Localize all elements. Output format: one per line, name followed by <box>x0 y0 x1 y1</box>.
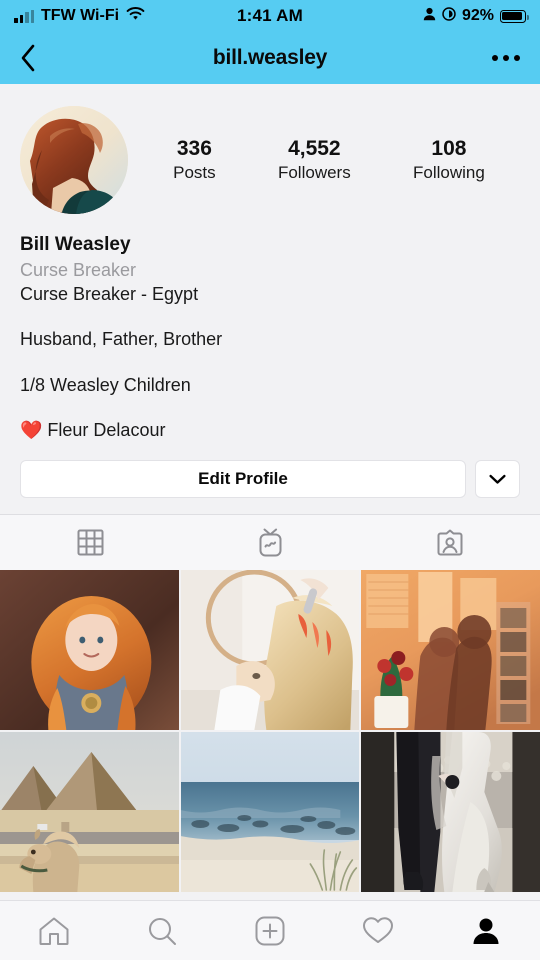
post-pyramids-camel[interactable] <box>0 732 179 893</box>
following-label: Following <box>413 163 485 183</box>
nav-header: bill.weasley <box>0 32 540 84</box>
chevron-down-icon[interactable] <box>475 460 520 499</box>
profile-header: 336 Posts 4,552 Followers 108 Following <box>0 84 540 214</box>
profile-actions: Edit Profile <box>0 442 540 514</box>
profile-category: Curse Breaker <box>20 259 137 280</box>
posts-label: Posts <box>173 163 216 183</box>
followers-label: Followers <box>277 163 351 183</box>
tagged-tab[interactable] <box>360 515 540 570</box>
home-icon <box>39 917 69 945</box>
battery-icon <box>500 9 529 23</box>
post-couple-silhouette[interactable] <box>361 570 540 731</box>
igtv-tab[interactable] <box>180 515 360 570</box>
bio-spacer-1 <box>20 306 520 327</box>
page-title: bill.weasley <box>212 46 328 69</box>
post-hair-styling[interactable] <box>180 570 360 731</box>
profile-bio: Bill Weasley Curse Breaker Curse Breaker… <box>0 214 540 442</box>
bio-spacer-3 <box>20 397 520 418</box>
stat-following[interactable]: 108 Following <box>413 136 485 184</box>
bio-line-4: ❤️ Fleur Delacour <box>20 419 166 440</box>
profile-tabs <box>0 515 540 571</box>
followers-count: 4,552 <box>288 136 341 160</box>
nav-activity[interactable] <box>324 916 432 945</box>
heart-icon <box>363 917 393 943</box>
post-grid <box>0 570 540 893</box>
profile-stats: 336 Posts 4,552 Followers 108 Following <box>128 136 520 184</box>
bio-line-1: Curse Breaker - Egypt <box>20 283 199 304</box>
post-red-haired-girl[interactable] <box>0 570 179 731</box>
post-beach-ocean[interactable] <box>180 732 360 893</box>
tagged-person-icon <box>437 529 463 556</box>
more-options-icon[interactable] <box>492 55 520 61</box>
bio-line-2: Husband, Father, Brother <box>20 329 223 350</box>
instagram-profile-screen: TFW Wi-Fi 1:41 AM 92% bill.weasley 336 P… <box>0 0 540 960</box>
search-icon <box>149 917 176 945</box>
posts-count: 336 <box>176 136 212 160</box>
nav-home[interactable] <box>0 916 108 946</box>
profile-name: Bill Weasley <box>20 234 131 255</box>
status-bar-right: 92% <box>303 6 529 26</box>
stat-posts[interactable]: 336 Posts <box>173 136 216 184</box>
grid-tab[interactable] <box>0 515 180 570</box>
avatar[interactable] <box>20 106 128 214</box>
back-button[interactable] <box>20 43 46 73</box>
post-wedding-couple[interactable] <box>361 732 540 893</box>
cellular-signal-icon <box>14 9 34 23</box>
person-filled-icon <box>473 918 499 944</box>
clock-label: 1:41 AM <box>237 6 303 25</box>
edit-profile-button[interactable]: Edit Profile <box>20 460 466 499</box>
bio-line-3: 1/8 Weasley Children <box>20 374 191 395</box>
add-post-icon <box>255 916 285 945</box>
nav-add[interactable] <box>216 916 324 946</box>
nav-profile[interactable] <box>432 916 540 946</box>
grid-icon <box>77 529 103 556</box>
carrier-label: TFW Wi-Fi <box>41 7 120 24</box>
status-bar-left: TFW Wi-Fi <box>14 6 237 26</box>
following-count: 108 <box>431 136 467 160</box>
status-bar: TFW Wi-Fi 1:41 AM 92% <box>0 0 540 32</box>
wifi-icon <box>126 6 145 26</box>
bio-spacer-2 <box>20 352 520 373</box>
stat-followers[interactable]: 4,552 Followers <box>278 136 351 184</box>
bottom-navigation <box>0 900 540 960</box>
igtv-icon <box>259 528 281 557</box>
rotation-lock-icon <box>442 6 456 26</box>
nav-search[interactable] <box>108 916 216 946</box>
person-icon <box>423 6 436 26</box>
battery-percent-label: 92% <box>461 7 494 24</box>
profile-content: 336 Posts 4,552 Followers 108 Following … <box>0 84 540 960</box>
